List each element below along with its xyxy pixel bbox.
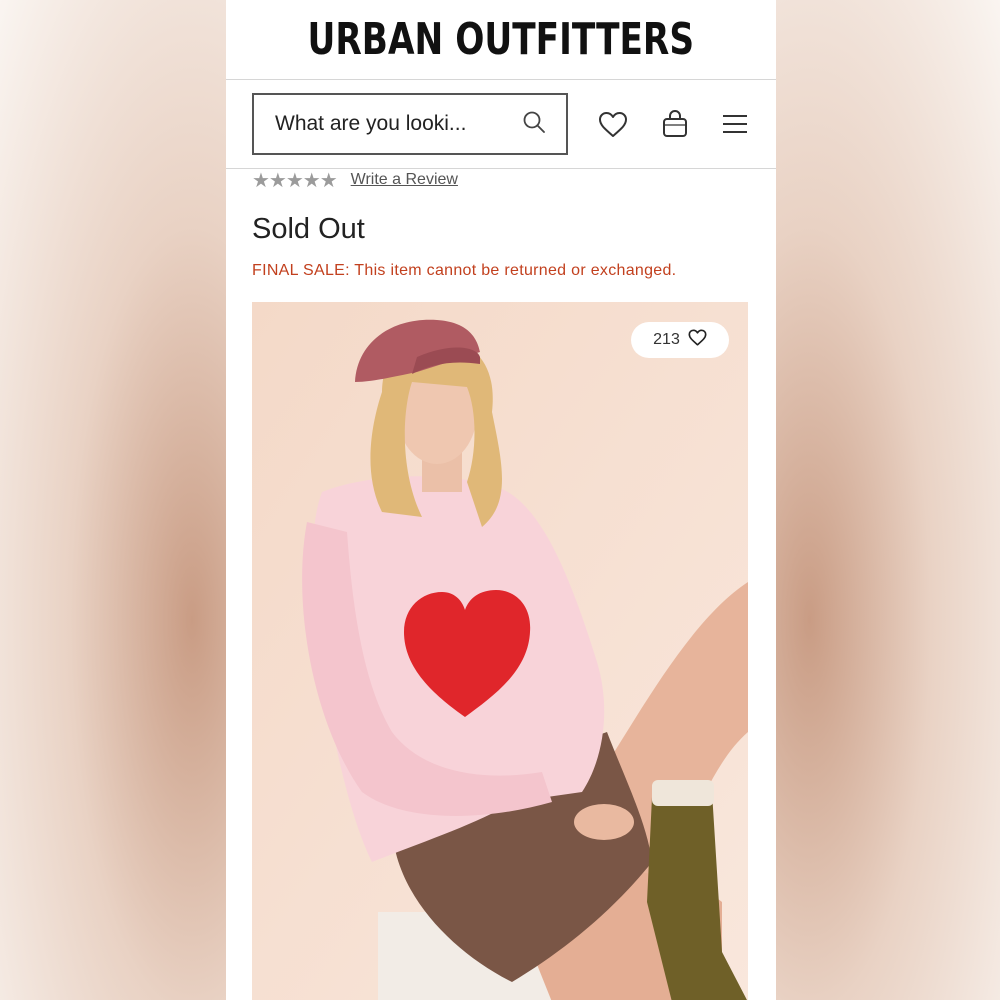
hamburger-menu-icon[interactable] <box>722 113 748 135</box>
rating-row: ★★★★★ Write a Review <box>252 168 750 192</box>
heart-icon <box>688 329 707 351</box>
blurred-backdrop-left <box>0 0 226 1000</box>
like-count-button[interactable]: 213 <box>631 322 729 358</box>
brand-header: URBAN OUTFITTERS <box>226 0 776 80</box>
star-rating: ★★★★★ <box>252 168 338 192</box>
product-details: ★★★★★ Write a Review Sold Out FINAL SALE… <box>226 168 776 1000</box>
like-count: 213 <box>653 331 680 348</box>
navigation-bar: What are you looki... <box>226 80 776 169</box>
stock-status: Sold Out <box>252 213 365 245</box>
phone-screen: URBAN OUTFITTERS What are you looki... ★… <box>226 0 776 1000</box>
brand-logo[interactable]: URBAN OUTFITTERS <box>308 14 695 65</box>
product-image[interactable]: 213 <box>252 302 748 1000</box>
shopping-bag-icon[interactable] <box>661 109 689 139</box>
final-sale-notice: FINAL SALE: This item cannot be returned… <box>252 262 677 279</box>
blurred-backdrop-right <box>776 0 1000 1000</box>
search-icon[interactable] <box>522 110 546 139</box>
search-input[interactable]: What are you looki... <box>252 93 568 155</box>
product-photo-illustration <box>252 302 748 1000</box>
write-review-link[interactable]: Write a Review <box>351 171 458 189</box>
heart-icon[interactable] <box>598 111 628 138</box>
search-placeholder: What are you looki... <box>275 112 467 135</box>
